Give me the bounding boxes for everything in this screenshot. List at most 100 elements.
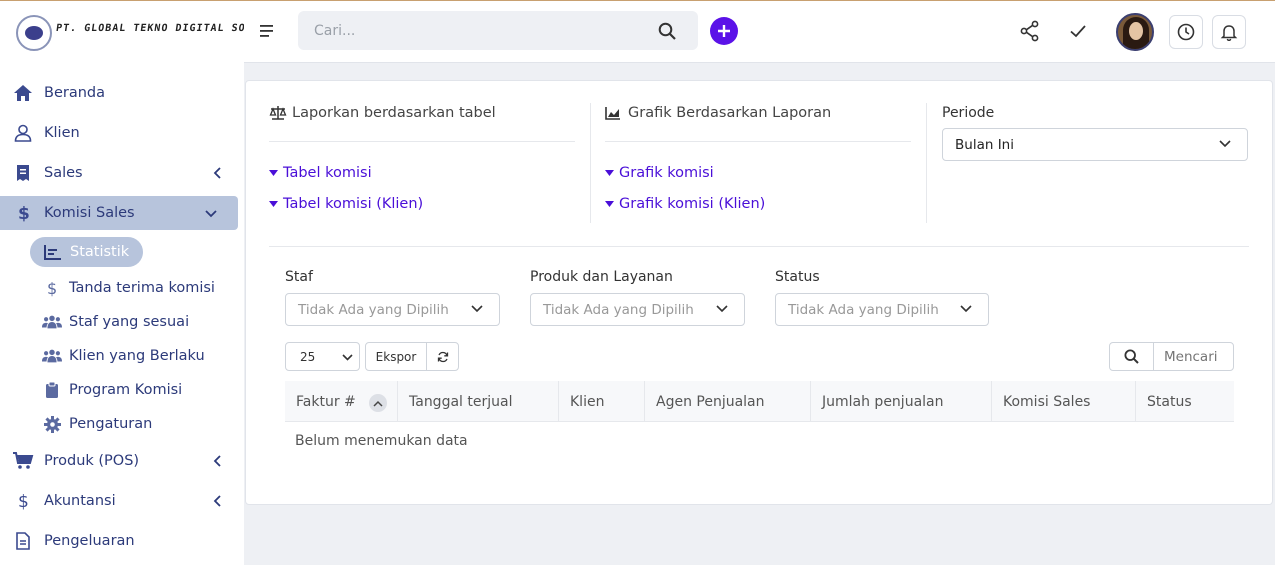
column-header-faktur[interactable]: Faktur # xyxy=(285,381,398,422)
link-tabel-komisi-klien[interactable]: Tabel komisi (Klien) xyxy=(269,194,423,214)
period-select[interactable]: Bulan Ini xyxy=(942,128,1248,161)
sidebar-item-label: Komisi Sales xyxy=(44,205,135,221)
notifications-button[interactable] xyxy=(1212,15,1246,49)
cart-icon xyxy=(12,451,34,471)
column-header-jumlah[interactable]: Jumlah penjualan xyxy=(811,381,992,422)
sidebar-subitem-tanda-terima[interactable]: $ Tanda terima komisi xyxy=(30,271,244,305)
sidebar: PT. GLOBAL TEKNO DIGITAL SOLUSI Beranda … xyxy=(0,1,274,565)
section-title: Grafik Berdasarkan Laporan xyxy=(605,103,911,123)
column-header-agen[interactable]: Agen Penjualan xyxy=(645,381,811,422)
sidebar-subitem-staf[interactable]: Staf yang sesuai xyxy=(30,305,244,339)
column-divider xyxy=(590,103,591,223)
sidebar-item-sales[interactable]: Sales xyxy=(0,153,244,193)
gear-icon xyxy=(42,415,62,433)
period-label: Periode xyxy=(942,105,995,121)
column-header-status[interactable]: Status xyxy=(1136,381,1234,422)
dollar-icon: $ xyxy=(42,279,62,297)
home-icon xyxy=(12,83,34,103)
column-header-label: Tanggal terjual xyxy=(409,393,513,410)
quick-add-button[interactable] xyxy=(710,17,738,45)
sidebar-subitem-pengaturan[interactable]: Pengaturan xyxy=(30,407,244,441)
section-divider xyxy=(269,246,1249,247)
menu-toggle-icon[interactable] xyxy=(260,25,274,37)
chevron-down-icon xyxy=(204,205,218,221)
link-text: Tabel komisi (Klien) xyxy=(283,196,424,212)
refresh-icon xyxy=(437,351,448,362)
search-icon xyxy=(1124,349,1139,364)
section-title: Laporkan berdasarkan tabel xyxy=(269,103,575,123)
users-icon xyxy=(42,313,62,331)
table-search-input[interactable] xyxy=(1153,342,1234,371)
column-header-tanggal[interactable]: Tanggal terjual xyxy=(398,381,559,422)
sidebar-subitem-klien-berlaku[interactable]: Klien yang Berlaku xyxy=(30,339,244,373)
sidebar-item-label: Akuntansi xyxy=(44,493,116,509)
submenu-komisi-sales: Statistik $ Tanda terima komisi Staf yan… xyxy=(0,233,244,441)
chart-report-section: Grafik Berdasarkan Laporan xyxy=(605,103,911,123)
link-grafik-komisi[interactable]: Grafik komisi xyxy=(605,163,765,183)
chevron-down-icon xyxy=(1219,140,1231,148)
sort-icon[interactable] xyxy=(369,394,387,412)
user-icon xyxy=(12,123,34,143)
check-icon[interactable] xyxy=(1067,20,1089,42)
status-filter-placeholder: Tidak Ada yang Dipilih xyxy=(788,301,939,318)
table-header-row: Faktur # Tanggal terjual Klien Agen Penj… xyxy=(285,381,1234,422)
clipboard-icon xyxy=(42,381,62,399)
clock-icon xyxy=(1177,23,1195,41)
brand[interactable]: PT. GLOBAL TEKNO DIGITAL SOLUSI xyxy=(16,13,274,53)
chevron-left-icon xyxy=(210,165,224,181)
sidebar-subitem-statistik[interactable]: Statistik xyxy=(30,237,144,267)
product-filter-select[interactable]: Tidak Ada yang Dipilih xyxy=(530,293,745,326)
refresh-button[interactable] xyxy=(426,342,459,371)
page-size-select[interactable]: 25 xyxy=(285,342,360,371)
sidebar-subitem-program-komisi[interactable]: Program Komisi xyxy=(30,373,244,407)
column-divider xyxy=(926,103,927,223)
chart-icon xyxy=(44,244,62,260)
export-button[interactable]: Ekspor xyxy=(365,342,427,371)
clock-button[interactable] xyxy=(1169,15,1203,49)
chevron-down-icon xyxy=(716,305,728,313)
staff-filter-label: Staf xyxy=(285,269,313,285)
table-search-button[interactable] xyxy=(1109,342,1154,371)
sidebar-item-label: Produk (POS) xyxy=(44,453,140,469)
status-filter-select[interactable]: Tidak Ada yang Dipilih xyxy=(775,293,989,326)
sidebar-item-label: Klien xyxy=(44,125,80,141)
sidebar-item-komisi-sales[interactable]: $ Komisi Sales xyxy=(0,196,238,230)
link-grafik-komisi-klien[interactable]: Grafik komisi (Klien) xyxy=(605,194,765,214)
search-icon[interactable] xyxy=(658,22,676,40)
share-icon[interactable] xyxy=(1019,20,1041,42)
link-text: Grafik komisi xyxy=(619,165,714,181)
svg-text:$: $ xyxy=(18,492,29,511)
sidebar-subitem-label: Program Komisi xyxy=(69,382,183,398)
column-header-klien[interactable]: Klien xyxy=(559,381,645,422)
caret-down-icon xyxy=(269,170,278,176)
users-icon xyxy=(42,347,62,365)
sidebar-item-produk[interactable]: Produk (POS) xyxy=(0,441,244,481)
link-tabel-komisi[interactable]: Tabel komisi xyxy=(269,163,423,183)
sidebar-item-klien[interactable]: Klien xyxy=(0,113,244,153)
page-size-value: 25 xyxy=(300,349,316,364)
sidebar-item-pengeluaran[interactable]: Pengeluaran xyxy=(0,521,244,561)
sidebar-subitem-label: Staf yang sesuai xyxy=(69,314,190,330)
area-chart-icon xyxy=(605,105,623,121)
user-avatar[interactable] xyxy=(1116,13,1154,51)
sidebar-subitem-label: Pengaturan xyxy=(69,416,153,432)
sidebar-item-beranda[interactable]: Beranda xyxy=(0,73,244,113)
status-filter-label: Status xyxy=(775,269,820,285)
table-links: Tabel komisi Tabel komisi (Klien) xyxy=(269,163,423,214)
column-header-komisi[interactable]: Komisi Sales xyxy=(992,381,1136,422)
receipt-icon xyxy=(12,163,34,183)
dollar-icon: $ xyxy=(12,203,34,223)
chevron-down-icon xyxy=(471,305,483,313)
caret-down-icon xyxy=(269,201,278,207)
sidebar-item-akuntansi[interactable]: $ Akuntansi xyxy=(0,481,244,521)
sidebar-item-label: Sales xyxy=(44,165,83,181)
column-header-label: Komisi Sales xyxy=(1003,393,1091,410)
staff-filter-placeholder: Tidak Ada yang Dipilih xyxy=(298,301,449,318)
sidebar-subitem-label: Klien yang Berlaku xyxy=(69,348,205,364)
staff-filter-select[interactable]: Tidak Ada yang Dipilih xyxy=(285,293,500,326)
column-header-label: Agen Penjualan xyxy=(656,393,765,410)
bell-icon xyxy=(1220,25,1238,41)
link-text: Tabel komisi xyxy=(283,165,372,181)
period-value: Bulan Ini xyxy=(955,136,1014,153)
global-search-input[interactable] xyxy=(314,11,634,50)
